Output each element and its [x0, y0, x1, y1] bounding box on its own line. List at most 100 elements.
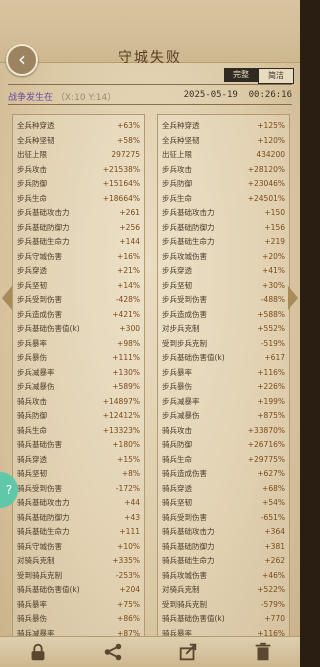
stat-row: 骑兵基础伤害值(k) +204: [13, 583, 144, 598]
stat-value: +26716%: [247, 440, 285, 449]
stat-row: 骑兵坚韧 +8%: [13, 467, 144, 482]
stat-row: 步兵攻击 +21538%: [13, 163, 144, 178]
stat-row: 骑兵穿透 +68%: [158, 482, 289, 497]
stat-value: +46%: [262, 570, 285, 580]
stat-value: +13323%: [102, 425, 140, 435]
stat-row: 骑兵防御 +12412%: [13, 409, 144, 424]
stat-row: 步兵减暴率 +130%: [13, 366, 144, 381]
stat-label: 骑兵暴率: [17, 599, 47, 609]
stat-value: +180%: [112, 440, 140, 449]
divider-top: [8, 84, 292, 85]
stat-value: +381: [264, 541, 285, 551]
battle-time: 00:26:16: [248, 90, 292, 100]
stat-value: +30%: [262, 280, 285, 290]
stat-label: 步兵减暴伤: [17, 382, 55, 391]
stat-label: 步兵攻击: [162, 164, 192, 174]
stat-label: 骑兵基础防御力: [17, 512, 70, 522]
stat-row: 骑兵基础攻击力 +44: [13, 496, 144, 511]
stat-row: 全兵种坚韧 +120%: [158, 134, 289, 149]
stat-value: +86%: [117, 614, 140, 623]
stat-row: 步兵减暴伤 +589%: [13, 380, 144, 395]
stat-row: 步兵造成伤害 +588%: [158, 308, 289, 323]
stat-value: +43: [124, 512, 140, 522]
stat-row: 步兵穿透 +21%: [13, 264, 144, 279]
stat-label: 步兵坚韧: [162, 280, 192, 290]
stat-label: 步兵减暴伤: [162, 411, 200, 420]
stat-label: 步兵基础防御力: [17, 222, 70, 232]
stat-label: 步兵穿透: [17, 266, 47, 275]
stat-value: +116%: [257, 367, 285, 377]
stat-row: 骑兵受到伤害 -172%: [13, 482, 144, 497]
stat-value: +18664%: [102, 193, 140, 203]
stat-value: 434200: [256, 150, 285, 159]
trash-icon[interactable]: [252, 641, 274, 663]
stat-label: 步兵基础生命力: [162, 237, 215, 246]
stat-value: +58%: [117, 135, 140, 145]
export-icon[interactable]: [177, 641, 199, 663]
stat-row: 步兵防御 +15164%: [13, 177, 144, 192]
stat-value: +21538%: [102, 164, 140, 174]
stat-label: 步兵生命: [162, 193, 192, 203]
stat-label: 骑兵防御: [162, 440, 192, 449]
tab-complete[interactable]: 完整: [224, 68, 258, 82]
stat-value: +98%: [117, 338, 140, 348]
stat-row: 骑兵基础伤害 +180%: [13, 438, 144, 453]
stat-label: 步兵防御: [17, 179, 47, 188]
stat-row: 骑兵生命 +29775%: [158, 453, 289, 468]
stat-row: 对步兵克制 +552%: [158, 322, 289, 337]
stat-row: 对骑兵克制 +335%: [13, 554, 144, 569]
stat-label: 步兵基础攻击力: [17, 208, 70, 217]
stat-value: +8%: [121, 469, 140, 478]
stat-row: 骑兵基础防御力 +43: [13, 511, 144, 526]
stat-label: 步兵受到伤害: [17, 295, 62, 304]
stat-label: 对骑兵克制: [162, 585, 200, 594]
stat-row: 步兵受到伤害 -488%: [158, 293, 289, 308]
stat-label: 步兵坚韧: [17, 280, 47, 290]
stat-row: 骑兵暴率 +75%: [13, 598, 144, 613]
stat-label: 骑兵基础攻击力: [162, 527, 215, 536]
stat-row: 全兵种坚韧 +58%: [13, 134, 144, 149]
battle-date: 2025-05-19: [183, 90, 238, 100]
view-toggle[interactable]: 完整 简洁: [224, 68, 294, 84]
stat-value: +15164%: [102, 179, 140, 188]
stat-row: 出征上限 297275: [13, 148, 144, 163]
stat-value: -428%: [115, 295, 140, 304]
stat-label: 骑兵基础伤害值(k): [162, 614, 225, 623]
stat-value: +588%: [257, 309, 285, 319]
share-icon[interactable]: [102, 641, 124, 663]
tab-simple[interactable]: 简洁: [258, 68, 294, 84]
stat-row: 骑兵坚韧 +54%: [158, 496, 289, 511]
stat-value: +219: [264, 237, 285, 246]
stat-value: +770: [264, 614, 285, 623]
stat-label: 出征上限: [162, 150, 192, 159]
stat-value: +20%: [262, 251, 285, 261]
lock-icon[interactable]: [27, 641, 49, 663]
stat-label: 受到步兵克制: [162, 338, 207, 348]
stat-row: 骑兵基础伤害值(k) +770: [158, 612, 289, 627]
stat-row: 步兵攻击 +28120%: [158, 163, 289, 178]
stat-row: 骑兵基础攻击力 +364: [158, 525, 289, 540]
stat-value: +15%: [117, 454, 140, 464]
stat-value: 297275: [111, 150, 140, 159]
prev-arrow[interactable]: [2, 286, 12, 310]
stat-label: 步兵减暴率: [17, 367, 55, 377]
next-arrow[interactable]: [288, 286, 298, 310]
stat-label: 步兵基础伤害值(k): [17, 324, 80, 333]
stat-row: 步兵基础生命力 +144: [13, 235, 144, 250]
stat-label: 骑兵基础防御力: [162, 541, 215, 551]
stat-label: 步兵基础防御力: [162, 222, 215, 232]
stat-value: +589%: [112, 382, 140, 391]
page-title: 守城失败: [118, 50, 182, 66]
battle-location[interactable]: 战争发生在 （X:10 Y:14）: [8, 90, 116, 103]
stat-label: 骑兵攻击: [162, 425, 192, 435]
stat-value: +24501%: [247, 193, 285, 203]
stat-value: +150: [264, 208, 285, 217]
stat-value: +23046%: [247, 179, 285, 188]
stat-value: +120%: [257, 135, 285, 145]
stat-label: 骑兵暴伤: [17, 614, 47, 623]
location-coords[interactable]: （X:10 Y:14）: [56, 93, 116, 103]
stat-label: 步兵攻击: [17, 164, 47, 174]
stat-row: 步兵暴率 +98%: [13, 337, 144, 352]
stat-row: 骑兵暴伤 +86%: [13, 612, 144, 627]
stat-value: +111: [119, 527, 140, 536]
